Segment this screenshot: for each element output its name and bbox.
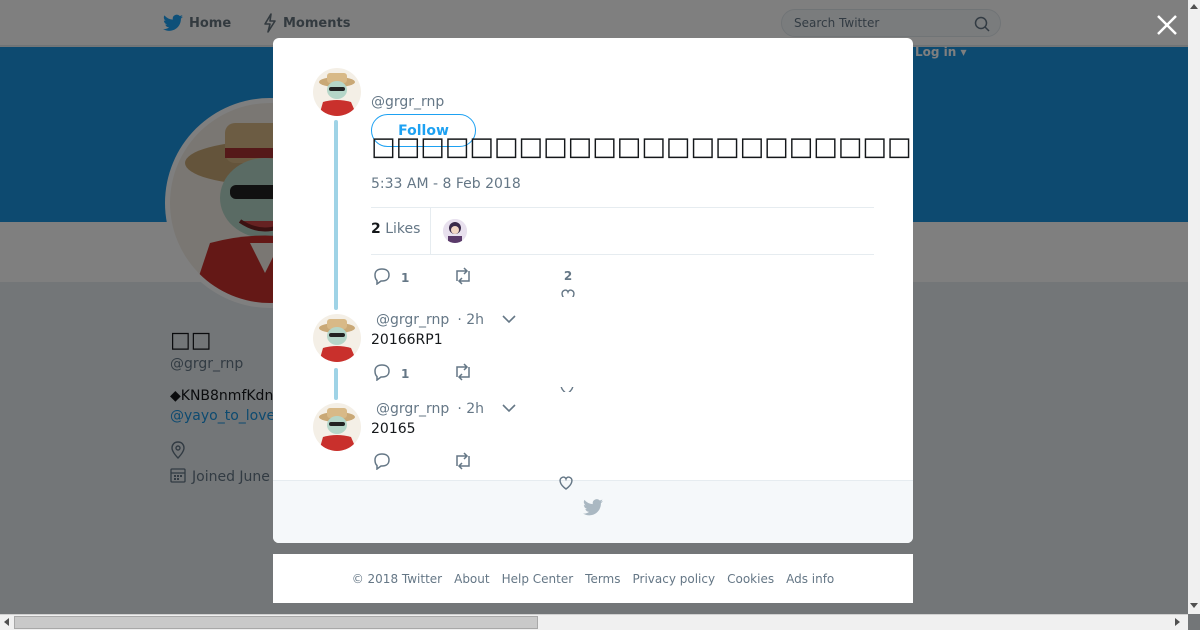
reply-count: 1 — [401, 270, 410, 285]
tweet-stats: 2 Likes — [371, 207, 874, 255]
retweet-icon — [453, 363, 473, 384]
retweet-icon — [453, 452, 473, 473]
reply-handle[interactable]: @grgr_rnp — [376, 401, 449, 417]
tweet-modal: @grgr_rnp Follow □□□□□□□□□□□□□□□□□□□□□□□… — [273, 38, 913, 543]
footer-copyright: © 2018 Twitter — [351, 571, 443, 586]
reply-text: 20166RP1 — [371, 332, 443, 348]
footer-link-privacy[interactable]: Privacy policy — [633, 572, 716, 586]
stats-divider — [430, 208, 431, 254]
reply-time[interactable]: · 2h — [457, 312, 484, 328]
reply-action[interactable]: 1 — [373, 363, 409, 384]
like-count: 2 — [563, 269, 573, 283]
reply-time[interactable]: · 2h — [457, 401, 484, 417]
reply-text: 20165 — [371, 421, 416, 437]
reply-icon — [373, 267, 391, 288]
scroll-up-icon[interactable] — [1190, 4, 1198, 9]
retweet-action[interactable] — [453, 267, 473, 288]
reply-avatar[interactable] — [313, 314, 361, 362]
likes-label: Likes — [385, 221, 421, 237]
tweet-author-handle[interactable]: @grgr_rnp — [371, 94, 444, 110]
twitter-bird-icon — [583, 499, 603, 520]
likes-stat[interactable]: 2 Likes — [371, 221, 420, 237]
retweet-action[interactable] — [453, 452, 473, 473]
chevron-down-icon[interactable] — [502, 312, 516, 328]
reply-icon — [373, 452, 391, 473]
tweet-text: □□□□□□□□□□□□□□□□□□□□□□□□□□□□□□□□□□□□□□GM… — [371, 132, 913, 162]
chevron-down-icon[interactable] — [502, 401, 516, 417]
tweet-timestamp[interactable]: 5:33 AM - 8 Feb 2018 — [371, 176, 521, 192]
footer-link-terms[interactable]: Terms — [585, 572, 620, 586]
reply-action[interactable] — [373, 452, 391, 473]
tweet-avatar[interactable] — [313, 68, 361, 116]
like-action[interactable] — [558, 476, 574, 493]
reply-header: @grgr_rnp · 2h — [376, 401, 516, 417]
scroll-left-icon[interactable] — [4, 618, 9, 626]
like-action[interactable]: 2 — [560, 269, 576, 297]
scrollbar-thumb[interactable] — [14, 616, 538, 629]
vertical-scrollbar[interactable] — [1188, 0, 1200, 614]
reply-header: @grgr_rnp · 2h — [376, 312, 516, 328]
reply-handle[interactable]: @grgr_rnp — [376, 312, 449, 328]
footer-link-ads[interactable]: Ads info — [786, 572, 834, 586]
reply-count: 1 — [401, 366, 410, 381]
thread-line — [334, 368, 338, 400]
heart-icon — [559, 387, 575, 392]
retweet-action[interactable] — [453, 363, 473, 384]
retweet-icon — [453, 267, 473, 288]
footer-link-help[interactable]: Help Center — [502, 572, 574, 586]
heart-icon — [558, 476, 574, 493]
horizontal-scrollbar[interactable] — [0, 614, 1188, 630]
heart-icon — [560, 289, 576, 297]
page-footer: © 2018 Twitter About Help Center Terms P… — [273, 554, 913, 603]
scroll-right-icon[interactable] — [1175, 618, 1180, 626]
modal-footer — [273, 480, 913, 543]
thread-line — [334, 120, 338, 310]
close-icon[interactable] — [1154, 12, 1180, 38]
footer-link-cookies[interactable]: Cookies — [727, 572, 774, 586]
like-action[interactable] — [559, 387, 575, 392]
reply-icon — [373, 363, 391, 384]
liker-avatar[interactable] — [443, 219, 467, 243]
reply-avatar[interactable] — [313, 403, 361, 451]
likes-count: 2 — [371, 221, 381, 237]
reply-action[interactable]: 1 — [373, 267, 409, 288]
scroll-down-icon[interactable] — [1190, 603, 1198, 608]
footer-link-about[interactable]: About — [454, 572, 489, 586]
